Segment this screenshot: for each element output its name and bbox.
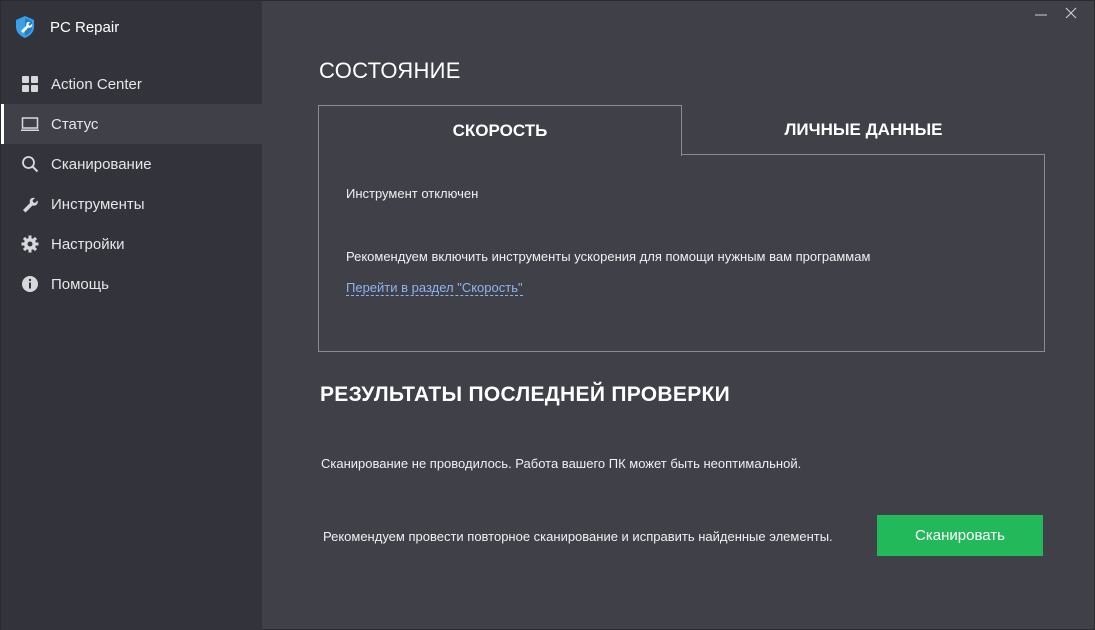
- sidebar-item-label: Настройки: [51, 235, 125, 253]
- grid-icon: [21, 75, 39, 93]
- sidebar-item-settings[interactable]: Настройки: [1, 224, 262, 264]
- sidebar-item-label: Сканирование: [51, 155, 152, 173]
- minimize-icon: [1035, 4, 1047, 23]
- tab-speed[interactable]: СКОРОСТЬ: [318, 105, 682, 156]
- sidebar-item-scan[interactable]: Сканирование: [1, 144, 262, 184]
- sidebar-item-action-center[interactable]: Action Center: [1, 64, 262, 104]
- search-icon: [21, 155, 39, 173]
- sidebar: PC Repair Action Center Статус Сканирова…: [1, 1, 262, 630]
- status-section-title: СОСТОЯНИЕ: [319, 58, 461, 83]
- info-icon: [21, 275, 39, 293]
- sidebar-item-label: Инструменты: [51, 195, 145, 213]
- sidebar-item-label: Action Center: [51, 75, 142, 93]
- sidebar-item-help[interactable]: Помощь: [1, 264, 262, 304]
- results-section-title: РЕЗУЛЬТАТЫ ПОСЛЕДНЕЙ ПРОВЕРКИ: [320, 383, 731, 406]
- sidebar-item-tools[interactable]: Инструменты: [1, 184, 262, 224]
- tab-privacy[interactable]: ЛИЧНЫЕ ДАННЫЕ: [682, 105, 1045, 155]
- wrench-icon: [21, 195, 39, 213]
- wrench-shield-logo-icon: [13, 15, 37, 39]
- app-title: PC Repair: [50, 18, 120, 36]
- monitor-icon: [21, 115, 39, 133]
- app-window: PC Repair Action Center Статус Сканирова…: [0, 0, 1095, 630]
- minimize-button[interactable]: [1026, 3, 1056, 23]
- sidebar-item-label: Статус: [51, 115, 99, 133]
- tool-state-text: Инструмент отключен: [346, 186, 479, 201]
- close-icon: [1065, 4, 1077, 23]
- scan-recommendation-text: Рекомендуем провести повторное сканирова…: [323, 529, 833, 544]
- close-button[interactable]: [1056, 3, 1086, 23]
- speed-recommendation-text: Рекомендуем включить инструменты ускорен…: [346, 249, 871, 264]
- go-to-speed-link[interactable]: Перейти в раздел "Скорость": [346, 280, 523, 296]
- sidebar-nav: Action Center Статус Сканирование Инстру…: [1, 64, 262, 304]
- gear-icon: [21, 235, 39, 253]
- brand: PC Repair: [13, 13, 119, 41]
- sidebar-item-label: Помощь: [51, 275, 109, 293]
- sidebar-item-status[interactable]: Статус: [1, 104, 262, 144]
- scan-status-text: Сканирование не проводилось. Работа ваше…: [321, 456, 802, 471]
- scan-button[interactable]: Сканировать: [877, 515, 1043, 556]
- window-controls: [1026, 3, 1086, 23]
